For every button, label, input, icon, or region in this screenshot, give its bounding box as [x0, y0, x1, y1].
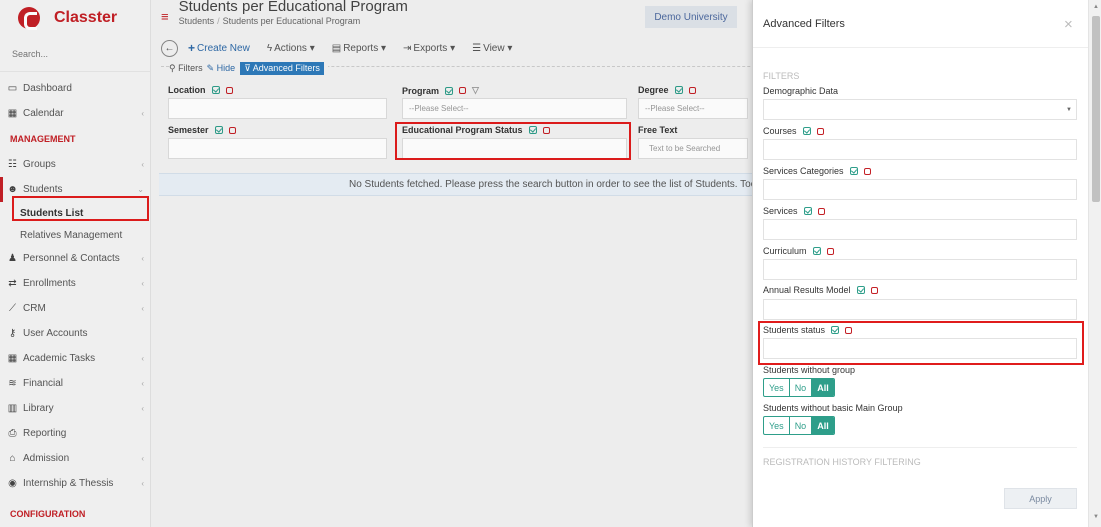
demographic-select[interactable]: ▼ [763, 99, 1077, 120]
demographic-label-text: Demographic Data [763, 86, 839, 96]
courses-label-text: Courses [763, 126, 797, 136]
check-icon[interactable] [856, 286, 865, 294]
toggle-no[interactable]: No [790, 417, 813, 434]
courses-field[interactable] [763, 139, 1077, 160]
square-icon[interactable] [863, 167, 871, 175]
modal-header: Advanced Filters × [753, 0, 1101, 48]
without-basic-group-toggle: Yes No All [763, 416, 835, 435]
square-icon[interactable] [816, 127, 824, 135]
annual-results-label-text: Annual Results Model [763, 285, 851, 295]
without-group-label: Students without group [763, 365, 855, 375]
check-icon[interactable] [849, 167, 858, 175]
check-icon[interactable] [812, 247, 821, 255]
filters-section-title: FILTERS [763, 71, 800, 81]
scroll-down-icon[interactable]: ▼ [1093, 514, 1099, 520]
registration-section-title: REGISTRATION HISTORY FILTERING [763, 457, 921, 467]
advanced-filters-modal: Advanced Filters × FILTERS Demographic D… [752, 0, 1101, 527]
toggle-yes[interactable]: Yes [764, 417, 790, 434]
check-icon[interactable] [803, 207, 812, 215]
modal-scrollbar[interactable]: ▲ ▼ [1088, 0, 1101, 527]
without-group-toggle: Yes No All [763, 378, 835, 397]
modal-title: Advanced Filters [763, 18, 845, 30]
square-icon[interactable] [817, 207, 825, 215]
demographic-label: Demographic Data [763, 86, 838, 96]
apply-button[interactable]: Apply [1004, 488, 1077, 509]
modal-body: FILTERS Demographic Data ▼ Courses Servi… [753, 48, 1088, 527]
services-categories-label-text: Services Categories [763, 166, 844, 176]
highlight-students-status [758, 321, 1084, 365]
square-icon[interactable] [870, 286, 878, 294]
annual-results-label: Annual Results Model [763, 285, 878, 295]
check-icon[interactable] [802, 127, 811, 135]
without-group-label-text: Students without group [763, 365, 856, 375]
courses-label: Courses [763, 126, 824, 136]
toggle-yes[interactable]: Yes [764, 379, 790, 396]
services-label-text: Services [763, 206, 798, 216]
scroll-thumb[interactable] [1092, 16, 1100, 202]
toggle-all[interactable]: All [812, 379, 834, 396]
toggle-no[interactable]: No [790, 379, 813, 396]
toggle-all[interactable]: All [812, 417, 834, 434]
without-basic-group-label: Students without basic Main Group [763, 403, 903, 413]
scroll-up-icon[interactable]: ▲ [1093, 4, 1099, 10]
services-field[interactable] [763, 219, 1077, 240]
caret-down-icon: ▼ [1066, 107, 1072, 113]
curriculum-field[interactable] [763, 259, 1077, 280]
without-basic-group-label-text: Students without basic Main Group [763, 403, 903, 413]
services-categories-label: Services Categories [763, 166, 871, 176]
divider [763, 447, 1077, 448]
curriculum-label-text: Curriculum [763, 246, 807, 256]
close-icon[interactable]: × [1064, 16, 1073, 33]
services-categories-field[interactable] [763, 179, 1077, 200]
services-label: Services [763, 206, 825, 216]
square-icon[interactable] [826, 247, 834, 255]
curriculum-label: Curriculum [763, 246, 834, 256]
annual-results-field[interactable] [763, 299, 1077, 320]
